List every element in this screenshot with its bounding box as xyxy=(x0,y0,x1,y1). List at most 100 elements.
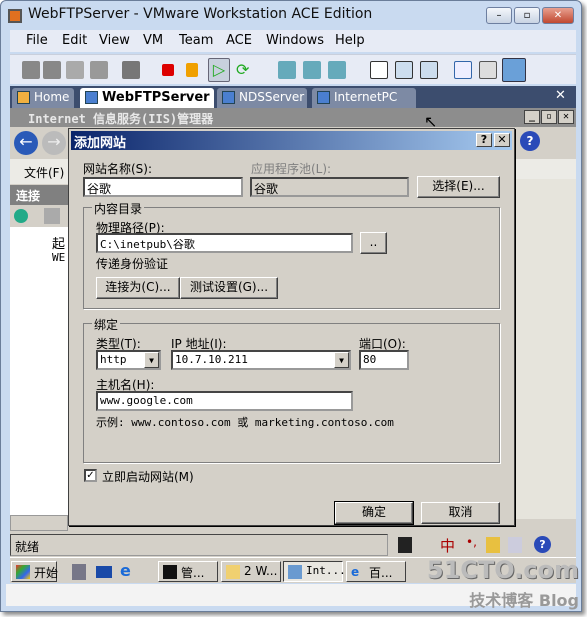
ok-button[interactable]: 确定 xyxy=(334,501,414,525)
iis-icon xyxy=(288,565,302,579)
host-input[interactable]: www.google.com xyxy=(96,391,353,411)
tree-item-start[interactable]: 起 xyxy=(52,233,65,252)
help-icon[interactable]: ? xyxy=(520,131,540,151)
watermark-site: 51CTO.com xyxy=(426,556,579,584)
snapshot-icon[interactable] xyxy=(22,61,40,79)
iis-restore-button[interactable]: ▫ xyxy=(541,110,557,124)
physical-path-input[interactable]: C:\inetpub\谷歌 xyxy=(96,233,353,253)
iis-close-button[interactable]: ✕ xyxy=(558,110,574,124)
ip-select[interactable]: 10.7.10.211 ▼ xyxy=(171,350,351,370)
console-icon[interactable] xyxy=(122,61,140,79)
taskbar-item-label: 管... xyxy=(181,566,205,580)
test-settings-button[interactable]: 测试设置(G)... xyxy=(180,277,278,299)
console-view-icon[interactable] xyxy=(502,58,526,82)
connect-as-button[interactable]: 连接为(C)... xyxy=(96,277,180,299)
start-site-checkbox[interactable]: ✓ xyxy=(84,469,97,482)
settings-icon[interactable] xyxy=(454,61,472,79)
summary-icon[interactable] xyxy=(479,61,497,79)
play-icon[interactable]: ▷ xyxy=(208,58,230,82)
dialog-title: 添加网站 xyxy=(74,136,127,151)
tab-webftpserver[interactable]: WebFTPServer xyxy=(80,88,214,108)
tab-label: WebFTPServer xyxy=(102,90,210,105)
stop-icon[interactable] xyxy=(162,64,174,76)
folder-icon xyxy=(226,565,240,579)
back-icon[interactable]: ← xyxy=(14,131,38,155)
removable-icon[interactable] xyxy=(66,61,84,79)
add-website-dialog: 添加网站 ? ✕ 网站名称(S): 谷歌 应用程序池(L): 谷歌 选择(E).… xyxy=(68,128,515,526)
dialog-titlebar: 添加网站 ? ✕ xyxy=(71,131,512,151)
browse-button[interactable]: .. xyxy=(360,232,387,254)
menu-help[interactable]: Help xyxy=(335,33,365,48)
menu-edit[interactable]: Edit xyxy=(62,33,87,48)
watermark-blog: 技术博客 Blog xyxy=(469,591,579,610)
dialog-close-button[interactable]: ✕ xyxy=(494,133,510,147)
quick-switch-icon[interactable] xyxy=(420,61,438,79)
show-desktop-icon[interactable] xyxy=(96,566,112,578)
host-example: 示例: www.contoso.com 或 marketing.contoso.… xyxy=(96,416,394,429)
horizontal-scrollbar[interactable] xyxy=(10,515,68,531)
cmd-icon xyxy=(163,565,177,579)
content-group-label: 内容目录 xyxy=(92,200,145,217)
maximize-button[interactable]: ▫ xyxy=(514,7,540,24)
close-button[interactable]: ✕ xyxy=(542,7,574,24)
ime-tools-icon[interactable] xyxy=(486,537,500,553)
reset-icon[interactable]: ⟳ xyxy=(236,61,254,79)
menu-windows[interactable]: Windows xyxy=(266,33,324,48)
tab-bar: Home WebFTPServer NDSServer InternetPC ✕ xyxy=(10,86,576,108)
tab-home[interactable]: Home xyxy=(12,88,74,108)
type-value: http xyxy=(100,353,127,366)
vmware-logo-icon xyxy=(8,9,22,23)
taskbar-item-explorer[interactable]: 2 W... xyxy=(221,561,281,582)
ime-mode[interactable]: 中 xyxy=(440,535,455,556)
take-snapshot-icon[interactable] xyxy=(278,61,296,79)
menu-ace[interactable]: ACE xyxy=(226,33,252,48)
server-manager-icon[interactable] xyxy=(72,564,86,580)
taskbar-item-cmd[interactable]: 管... xyxy=(158,561,218,582)
menu-team[interactable]: Team xyxy=(179,33,213,48)
save-icon[interactable] xyxy=(44,208,60,224)
chevron-down-icon[interactable]: ▼ xyxy=(334,352,349,368)
usb-icon[interactable] xyxy=(90,61,108,79)
select-button[interactable]: 选择(E)... xyxy=(417,176,500,198)
globe-icon[interactable] xyxy=(14,209,28,223)
menu-vm[interactable]: VM xyxy=(143,33,163,48)
cancel-button[interactable]: 取消 xyxy=(421,502,500,524)
dialog-help-button[interactable]: ? xyxy=(476,133,492,147)
pause-icon[interactable] xyxy=(186,63,198,77)
connections-label: 连接 xyxy=(16,189,41,203)
menu-view[interactable]: View xyxy=(99,33,130,48)
tab-ndsserver[interactable]: NDSServer xyxy=(217,88,307,108)
sidebar-view-icon[interactable] xyxy=(370,61,388,79)
minimize-button[interactable]: – xyxy=(486,7,512,24)
iis-menu-file[interactable]: 文件(F) xyxy=(24,164,64,181)
tree-item-server[interactable]: WE xyxy=(52,251,65,264)
type-select[interactable]: http ▼ xyxy=(96,350,161,370)
windows-logo-icon xyxy=(16,565,30,579)
chevron-down-icon[interactable]: ▼ xyxy=(144,352,159,368)
tab-internetpc[interactable]: InternetPC xyxy=(312,88,416,108)
port-input[interactable]: 80 xyxy=(359,350,409,370)
forward-icon[interactable]: → xyxy=(42,131,66,155)
ime-msp-icon[interactable] xyxy=(398,537,412,553)
taskbar-item-ie[interactable]: e 百... xyxy=(346,561,406,582)
vm-icon xyxy=(222,91,235,104)
revert-snapshot-icon[interactable] xyxy=(303,61,321,79)
iis-minimize-button[interactable]: _ xyxy=(524,110,540,124)
fullscreen-icon[interactable] xyxy=(395,61,413,79)
ime-pad-icon[interactable] xyxy=(508,537,522,553)
connections-tree xyxy=(10,227,68,527)
snapshot-manager-icon[interactable] xyxy=(328,61,346,79)
revert-icon[interactable] xyxy=(43,61,61,79)
ie-icon[interactable]: e xyxy=(120,563,136,579)
iis-title: Internet 信息服务(IIS)管理器 xyxy=(28,112,214,126)
pass-auth-label: 传递身份验证 xyxy=(96,257,169,271)
ime-help-icon[interactable]: ? xyxy=(534,536,551,553)
start-button[interactable]: 开始 xyxy=(11,561,58,582)
ime-punct[interactable]: •, xyxy=(466,535,477,549)
menu-file[interactable]: File xyxy=(26,33,48,48)
taskbar-item-iis[interactable]: Int... xyxy=(283,561,346,582)
vm-icon xyxy=(85,91,98,104)
site-name-input[interactable]: 谷歌 xyxy=(83,177,243,197)
site-name-label: 网站名称(S): xyxy=(83,162,153,176)
close-tab-button[interactable]: ✕ xyxy=(555,88,566,103)
